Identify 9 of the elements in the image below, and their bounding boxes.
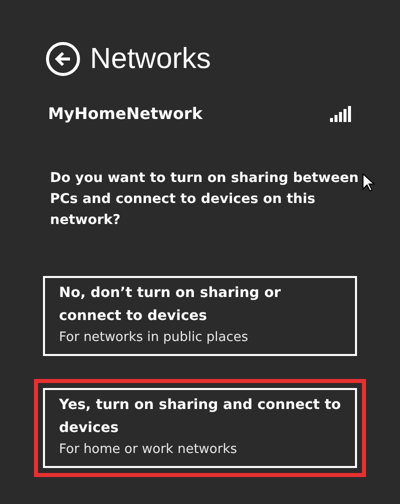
network-name: MyHomeNetwork [48,103,202,125]
sharing-option[interactable]: No, don’t turn on sharing or connect to devices For networks in public places [43,276,357,356]
sharing-option[interactable]: Yes, turn on sharing and connect to devices For home or work networks [43,388,357,468]
back-button[interactable] [46,42,80,76]
signal-icon [330,106,352,122]
back-arrow-icon [54,51,72,67]
cursor-icon [362,173,375,192]
sharing-question: Do you want to turn on sharing between PCs and connect to devices on this network? [50,169,360,230]
page-title: Networks [90,44,211,74]
